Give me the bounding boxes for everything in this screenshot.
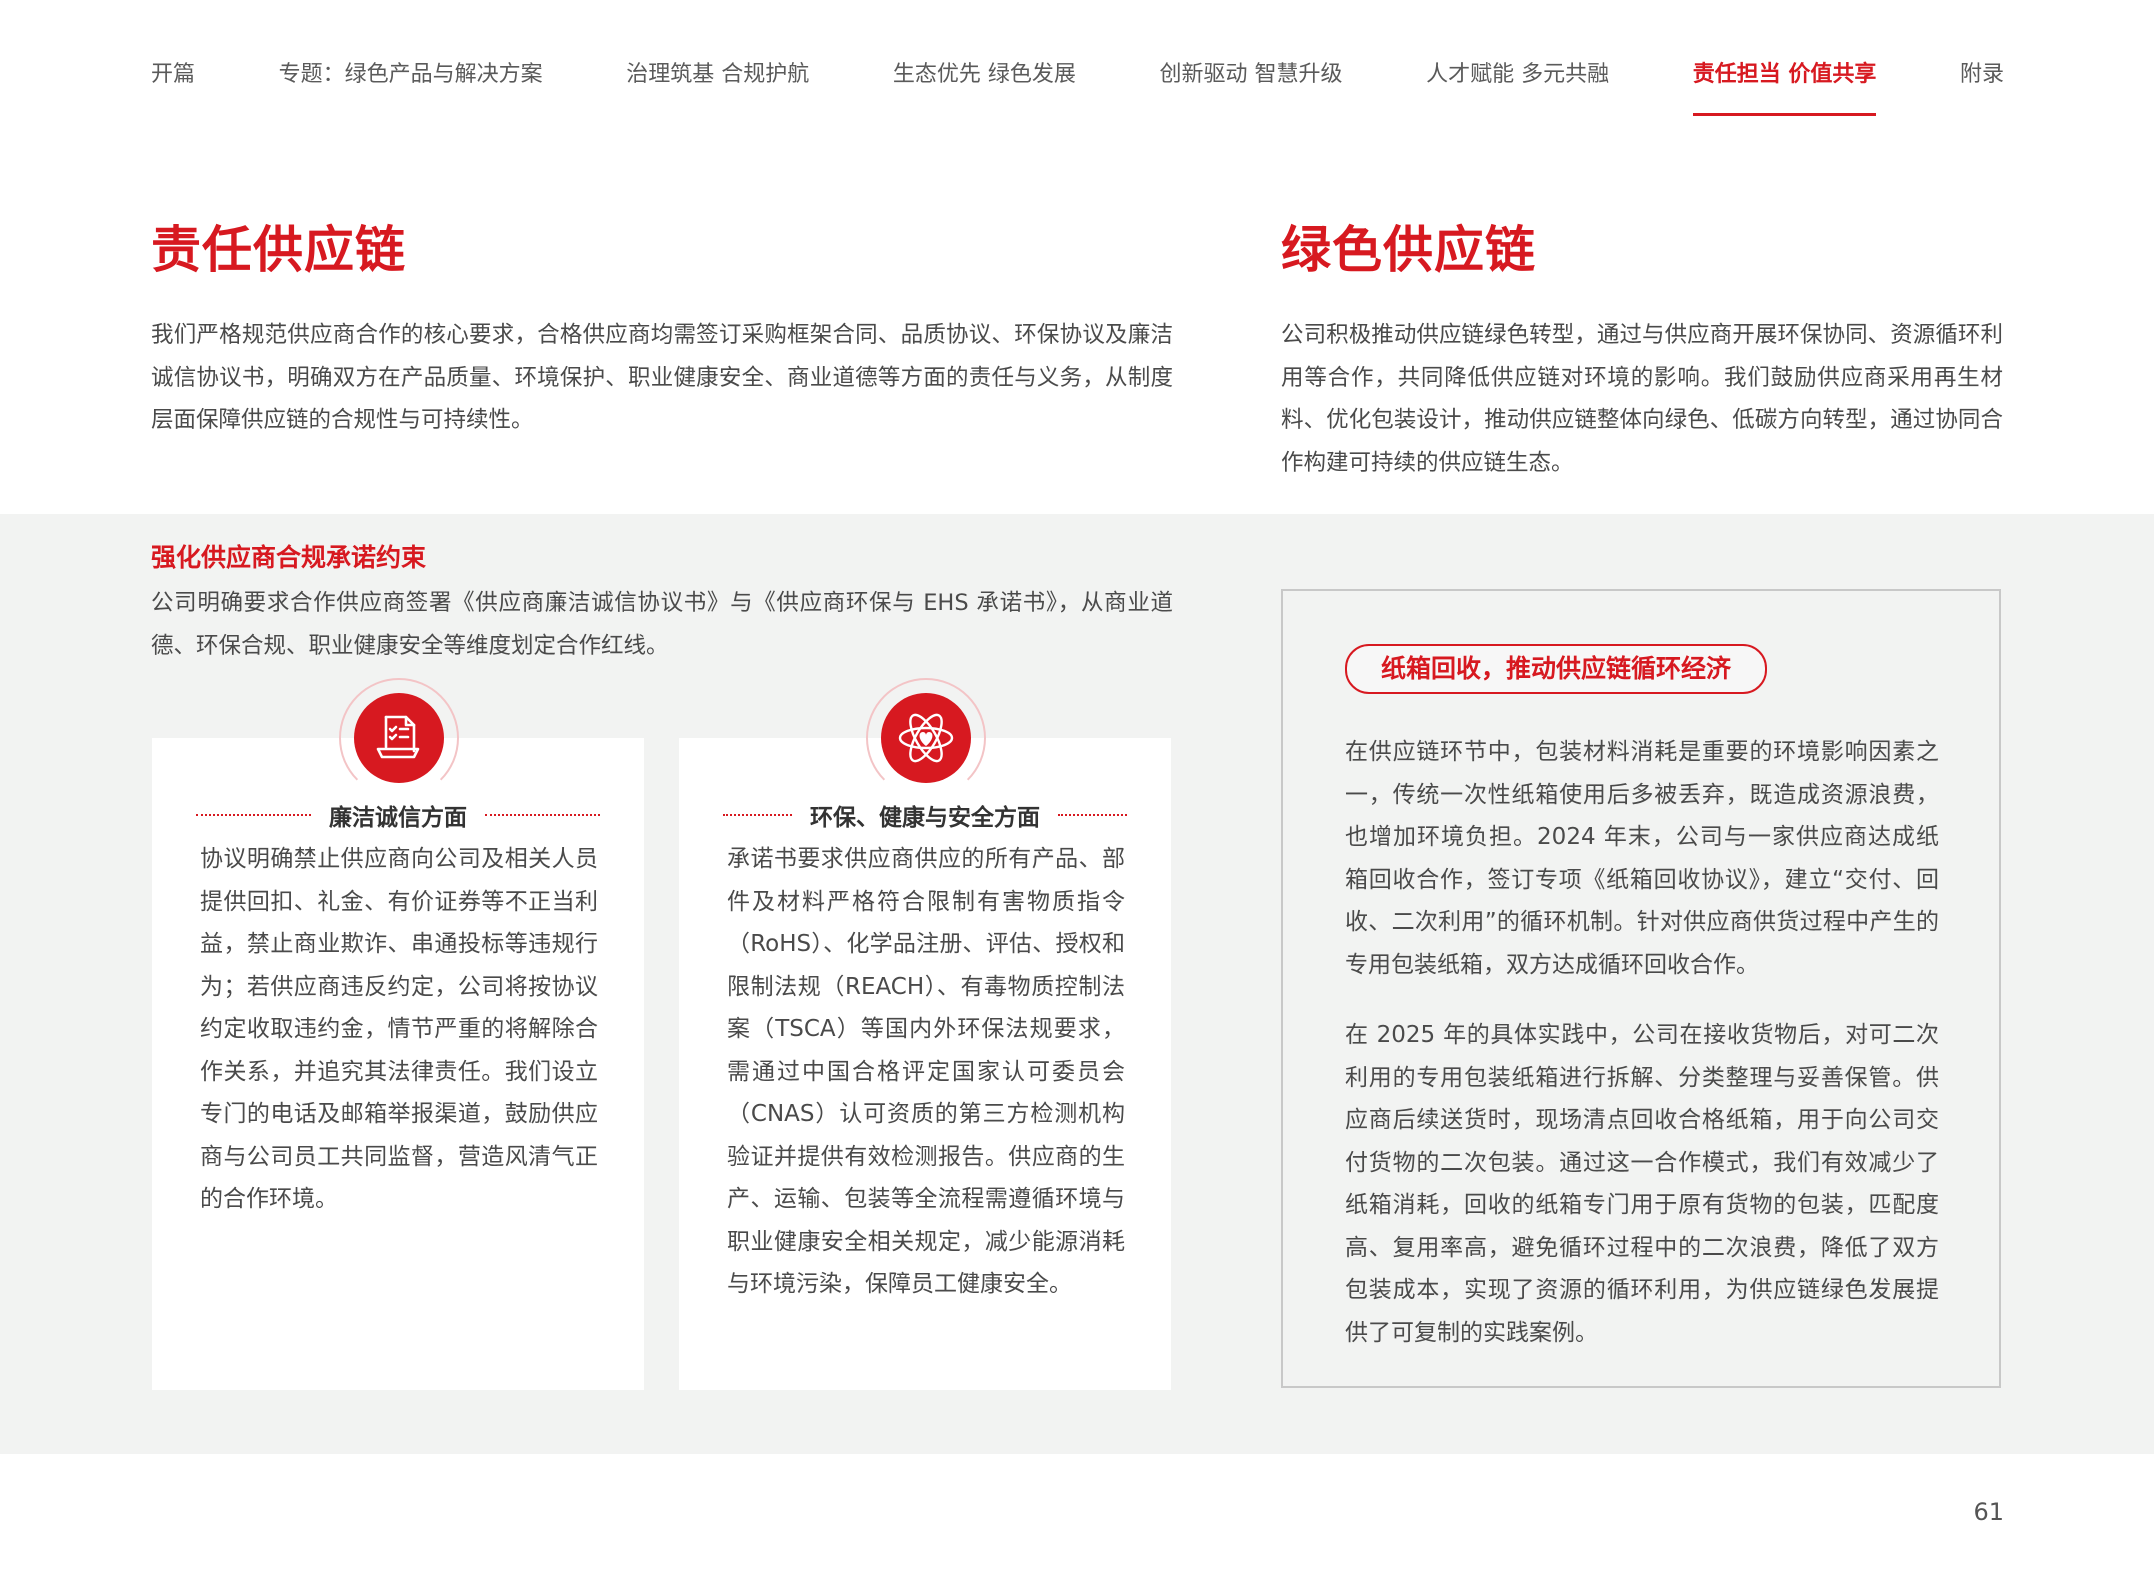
ehs-card-body: 承诺书要求供应商供应的所有产品、部件及材料严格符合限制有害物质指令（RoHS）、… [727,846,1125,1297]
integrity-card-body: 协议明确禁止供应商向公司及相关人员提供回扣、礼金、有价证券等不正当利益，禁止商业… [200,846,598,1212]
commitment-intro: 公司明确要求合作供应商签署《供应商廉洁诚信协议书》与《供应商环保与 EHS 承诺… [151,590,1173,659]
nav-item-special-topic[interactable]: 专题：绿色产品与解决方案 [279,58,543,108]
ehs-card: 环保、健康与安全方面 承诺书要求供应商供应的所有产品、部件及材料严格符合限制有害… [679,738,1171,1390]
nav-item-appendix[interactable]: 附录 [1960,58,2004,108]
case-study-title: 纸箱回收，推动供应链循环经济 [1345,644,1768,694]
case-study-paragraph-1: 在供应链环节中，包装材料消耗是重要的环境影响因素之一，传统一次性纸箱使用后多被丢… [1345,739,1939,978]
integrity-card-title-row: 廉洁诚信方面 [196,798,600,832]
nav-item-opening[interactable]: 开篇 [151,58,195,108]
integrity-card: 廉洁诚信方面 协议明确禁止供应商向公司及相关人员提供回扣、礼金、有价证券等不正当… [152,738,644,1390]
ehs-card-title: 环保、健康与安全方面 [810,805,1040,831]
divider [196,814,311,816]
green-supply-chain-title: 绿色供应链 [1281,221,1536,279]
nav-item-talent[interactable]: 人才赋能 多元共融 [1426,58,1609,108]
ehs-card-title-row: 环保、健康与安全方面 [723,798,1127,832]
page-number: 61 [1973,1498,2004,1526]
nav-item-responsibility[interactable]: 责任担当 价值共享 [1692,58,1876,116]
nav-item-governance[interactable]: 治理筑基 合规护航 [626,58,809,108]
divider [1058,814,1127,816]
responsible-supply-chain-body: 我们严格规范供应商合作的核心要求，合格供应商均需签订采购框架合同、品质协议、环保… [151,322,1173,433]
case-study-box: 纸箱回收，推动供应链循环经济 在供应链环节中，包装材料消耗是重要的环境影响因素之… [1281,589,2001,1388]
responsible-supply-chain-title: 责任供应链 [151,221,406,279]
document-checklist-icon [339,678,459,798]
green-supply-chain-body: 公司积极推动供应链绿色转型，通过与供应商开展环保协同、资源循环利用等合作，共同降… [1281,322,2003,476]
integrity-card-title: 廉洁诚信方面 [329,805,467,831]
atom-heart-icon [866,678,986,798]
divider [485,814,600,816]
top-nav: 开篇 专题：绿色产品与解决方案 治理筑基 合规护航 生态优先 绿色发展 创新驱动… [151,58,2004,116]
nav-item-ecology[interactable]: 生态优先 绿色发展 [893,58,1076,108]
nav-item-innovation[interactable]: 创新驱动 智慧升级 [1159,58,1342,108]
commitment-heading: 强化供应商合规承诺约束 [151,543,427,572]
case-study-paragraph-2: 在 2025 年的具体实践中，公司在接收货物后，对可二次利用的专用包装纸箱进行拆… [1345,1022,1939,1346]
divider [723,814,792,816]
